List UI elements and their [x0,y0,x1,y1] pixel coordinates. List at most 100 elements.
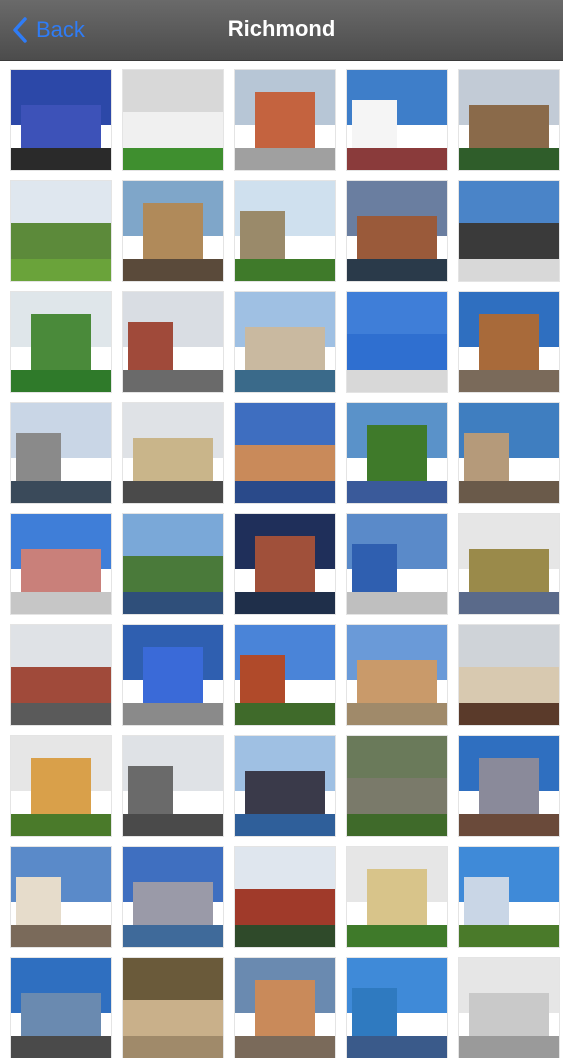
thumbnail-ground [235,370,335,392]
photo-thumbnail[interactable] [459,292,559,392]
thumbnail-subject [123,112,223,150]
thumbnail-subject [479,314,539,372]
thumbnail-subject [367,869,427,927]
thumbnail-ground [235,1036,335,1058]
photo-thumbnail[interactable] [123,625,223,725]
photo-thumbnail[interactable] [123,70,223,170]
thumbnail-subject [469,549,549,594]
thumbnail-subject [11,223,111,261]
thumbnail-subject [143,203,203,261]
photo-thumbnail[interactable] [11,736,111,836]
photo-thumbnail[interactable] [123,403,223,503]
photo-thumbnail[interactable] [459,514,559,614]
photo-thumbnail[interactable] [11,625,111,725]
photo-thumbnail[interactable] [235,292,335,392]
thumbnail-subject [357,216,437,261]
photo-thumbnail[interactable] [235,514,335,614]
thumbnail-ground [11,1036,111,1058]
photo-thumbnail[interactable] [123,181,223,281]
thumbnail-ground [459,1036,559,1058]
thumbnail-subject [16,877,61,927]
photo-thumbnail[interactable] [347,958,447,1058]
photo-thumbnail[interactable] [347,70,447,170]
thumbnail-ground [11,481,111,503]
thumbnail-subject [123,556,223,594]
thumbnail-subject [459,223,559,261]
thumbnail-ground [347,148,447,170]
thumbnail-subject [245,771,325,816]
photo-thumbnail[interactable] [347,625,447,725]
thumbnail-subject [464,877,509,927]
page-title: Richmond [227,16,336,41]
photo-thumbnail[interactable] [235,70,335,170]
thumbnail-ground [11,592,111,614]
thumbnail-ground [347,481,447,503]
photo-thumbnail[interactable] [123,847,223,947]
thumbnail-ground [459,148,559,170]
photo-thumbnail[interactable] [347,847,447,947]
photo-thumbnail[interactable] [11,514,111,614]
thumbnail-ground [123,259,223,281]
thumbnail-ground [459,814,559,836]
thumbnail-ground [459,925,559,947]
thumbnail-subject [21,105,101,150]
thumbnail-ground [11,703,111,725]
thumbnail-ground [459,370,559,392]
thumbnail-subject [245,327,325,372]
photo-thumbnail[interactable] [459,181,559,281]
thumbnail-subject [464,433,509,483]
photo-thumbnail[interactable] [459,736,559,836]
photo-grid [11,70,559,1058]
photo-thumbnail[interactable] [235,625,335,725]
thumbnail-subject [11,667,111,705]
thumbnail-ground [347,925,447,947]
thumbnail-subject [347,334,447,372]
thumbnail-ground [347,814,447,836]
photo-thumbnail[interactable] [235,736,335,836]
thumbnail-ground [459,259,559,281]
photo-thumbnail[interactable] [235,958,335,1058]
navigation-bar: Back Richmond [0,0,563,61]
thumbnail-ground [123,592,223,614]
photo-thumbnail[interactable] [459,625,559,725]
photo-thumbnail[interactable] [11,847,111,947]
photo-thumbnail[interactable] [123,514,223,614]
thumbnail-subject [469,105,549,150]
photo-thumbnail[interactable] [459,70,559,170]
thumbnail-subject [128,322,173,372]
photo-thumbnail[interactable] [347,181,447,281]
photo-thumbnail[interactable] [123,958,223,1058]
photo-thumbnail[interactable] [11,70,111,170]
thumbnail-ground [123,370,223,392]
thumbnail-subject [21,549,101,594]
thumbnail-ground [11,148,111,170]
photo-thumbnail[interactable] [235,181,335,281]
thumbnail-ground [347,259,447,281]
photo-thumbnail[interactable] [459,403,559,503]
thumbnail-ground [347,370,447,392]
photo-thumbnail[interactable] [459,847,559,947]
thumbnail-subject [479,758,539,816]
thumbnail-ground [459,592,559,614]
photo-thumbnail[interactable] [347,514,447,614]
thumbnail-ground [459,703,559,725]
photo-thumbnail[interactable] [123,292,223,392]
photo-thumbnail[interactable] [11,958,111,1058]
thumbnail-subject [133,438,213,483]
photo-thumbnail[interactable] [11,403,111,503]
photo-thumbnail[interactable] [347,292,447,392]
photo-thumbnail[interactable] [235,403,335,503]
photo-thumbnail[interactable] [123,736,223,836]
photo-thumbnail[interactable] [235,847,335,947]
photo-thumbnail[interactable] [347,403,447,503]
thumbnail-ground [459,481,559,503]
photo-thumbnail[interactable] [11,181,111,281]
photo-thumbnail[interactable] [459,958,559,1058]
thumbnail-ground [123,925,223,947]
photo-thumbnail[interactable] [347,736,447,836]
thumbnail-ground [347,703,447,725]
thumbnail-ground [235,925,335,947]
photo-thumbnail[interactable] [11,292,111,392]
thumbnail-subject [16,433,61,483]
thumbnail-subject [143,647,203,705]
